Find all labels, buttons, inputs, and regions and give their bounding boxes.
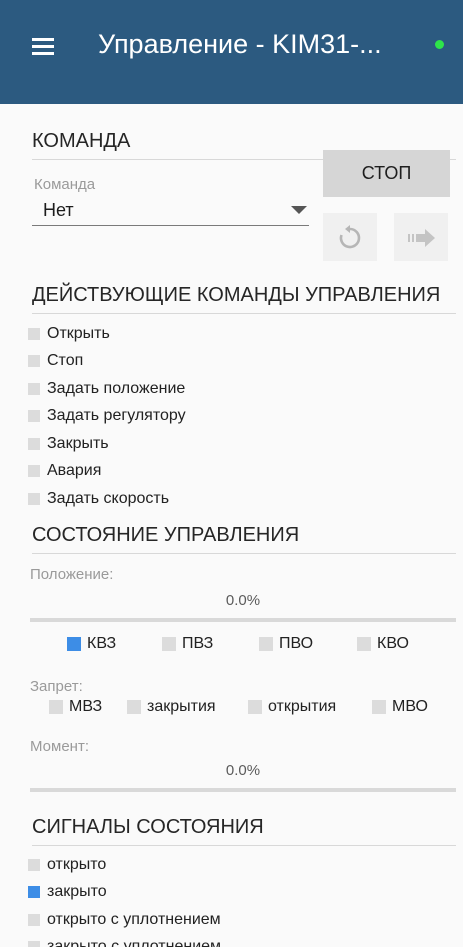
signal-item[interactable]: закрыто <box>28 879 221 907</box>
checkbox-icon <box>28 492 40 505</box>
checkbox-icon <box>162 637 176 651</box>
limit-kvz[interactable]: КВЗ <box>67 635 116 653</box>
checkbox-icon <box>28 382 40 395</box>
position-value: 0.0% <box>225 592 261 609</box>
menu-icon[interactable] <box>32 35 56 57</box>
ban-mvz[interactable]: МВЗ <box>49 698 102 716</box>
checkbox-icon <box>28 355 40 368</box>
position-label: Положение: <box>30 566 114 583</box>
ban-item-label: МВО <box>392 698 428 715</box>
arrow-right-icon <box>408 229 435 247</box>
moment-label: Момент: <box>30 738 89 755</box>
connection-status-indicator <box>435 40 444 49</box>
send-command-button[interactable] <box>394 213 448 261</box>
checkbox-icon <box>28 437 40 450</box>
stop-button[interactable]: СТОП <box>323 150 450 197</box>
signals-list: открыто закрыто открыто с уплотнением за… <box>28 851 221 947</box>
active-command-label: Задать скорость <box>47 489 170 507</box>
active-command-label: Авария <box>47 462 102 480</box>
signal-label: закрыто <box>47 883 107 901</box>
active-command-label: Открыть <box>47 324 110 342</box>
checkbox-icon <box>259 637 273 651</box>
app-bar: Управление - KIM31-... <box>0 0 463 104</box>
active-command-item[interactable]: Стоп <box>28 348 186 376</box>
moment-value: 0.0% <box>225 762 261 779</box>
active-command-item[interactable]: Задать положение <box>28 375 186 403</box>
active-command-item[interactable]: Открыть <box>28 320 186 348</box>
limit-label: ПВЗ <box>182 635 214 652</box>
active-commands-list: Открыть Стоп Задать положение Задать рег… <box>28 320 186 513</box>
checkbox-icon <box>127 700 141 714</box>
checkbox-icon <box>28 886 40 899</box>
active-command-label: Закрыть <box>47 434 109 452</box>
active-command-label: Стоп <box>47 352 84 370</box>
limit-label: КВЗ <box>87 635 117 652</box>
section-control-state-title: СОСТОЯНИЕ УПРАВЛЕНИЯ <box>32 524 456 554</box>
ban-label: Запрет: <box>30 678 83 695</box>
active-command-item[interactable]: Задать регулятору <box>28 403 186 431</box>
ban-item-label: открытия <box>268 698 337 715</box>
limit-pvz[interactable]: ПВЗ <box>162 635 213 653</box>
chevron-down-icon <box>291 206 307 214</box>
checkbox-icon <box>28 410 40 423</box>
undo-button[interactable] <box>323 213 377 261</box>
active-command-item[interactable]: Авария <box>28 458 186 486</box>
command-select-label: Команда <box>34 176 96 193</box>
checkbox-icon <box>248 700 262 714</box>
limit-kvo[interactable]: КВО <box>357 635 409 653</box>
section-active-commands-title: ДЕЙСТВУЮЩИЕ КОМАНДЫ УПРАВЛЕНИЯ <box>32 284 456 314</box>
ban-item-label: закрытия <box>147 698 216 715</box>
signal-item[interactable]: открыто <box>28 851 221 879</box>
active-command-label: Задать положение <box>47 379 186 397</box>
checkbox-icon <box>357 637 371 651</box>
checkbox-icon <box>28 941 40 947</box>
signal-item[interactable]: закрыто с уплотнением <box>28 934 221 947</box>
active-command-item[interactable]: Закрыть <box>28 430 186 458</box>
moment-bar <box>30 788 456 792</box>
checkbox-icon <box>28 465 40 478</box>
command-select[interactable]: Нет <box>32 196 309 226</box>
limit-pvo[interactable]: ПВО <box>259 635 313 653</box>
page-title: Управление - KIM31-... <box>98 29 382 59</box>
signal-label: открыто с уплотнением <box>47 910 221 928</box>
active-command-item[interactable]: Задать скорость <box>28 485 186 513</box>
checkbox-icon <box>28 913 40 926</box>
command-select-value: Нет <box>43 200 74 220</box>
limit-label: КВО <box>377 635 409 652</box>
signal-label: открыто <box>47 855 107 873</box>
signal-label: закрыто с уплотнением <box>47 938 222 947</box>
section-signals-title: СИГНАЛЫ СОСТОЯНИЯ <box>32 816 456 846</box>
limit-label: ПВО <box>279 635 314 652</box>
ban-opening[interactable]: открытия <box>248 698 336 716</box>
ban-closing[interactable]: закрытия <box>127 698 216 716</box>
checkbox-icon <box>28 858 40 871</box>
checkbox-icon <box>67 637 81 651</box>
checkbox-icon <box>372 700 386 714</box>
checkbox-icon <box>49 700 63 714</box>
undo-icon <box>339 225 361 249</box>
ban-item-label: МВЗ <box>69 698 103 715</box>
signal-item[interactable]: открыто с уплотнением <box>28 906 221 934</box>
checkbox-icon <box>28 327 40 340</box>
active-command-label: Задать регулятору <box>47 407 186 425</box>
position-bar <box>30 618 456 622</box>
ban-mvo[interactable]: МВО <box>372 698 428 716</box>
